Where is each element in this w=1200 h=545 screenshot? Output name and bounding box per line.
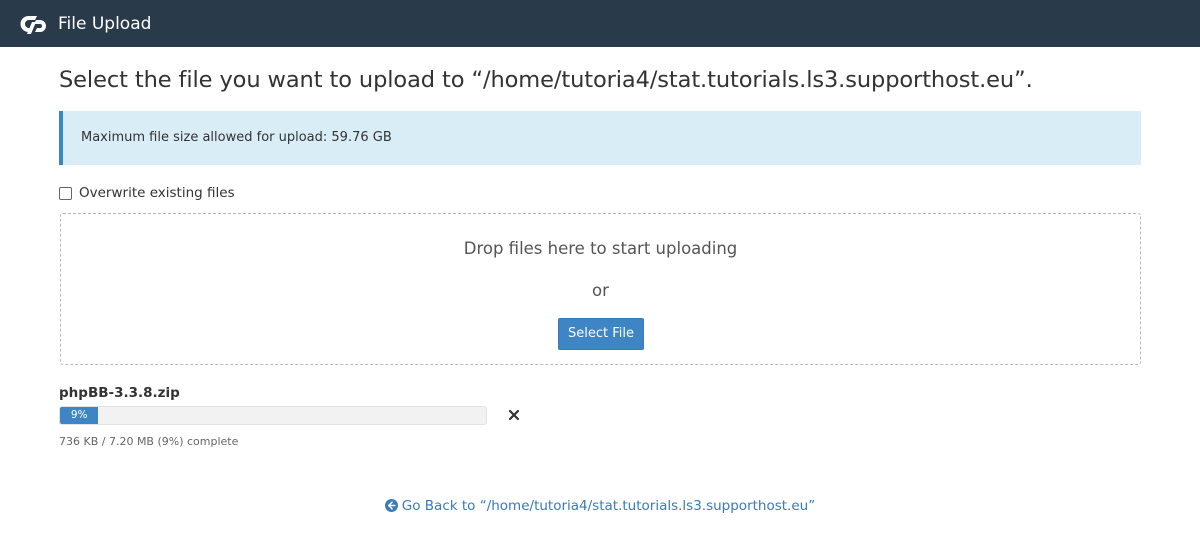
max-size-text: Maximum file size allowed for upload: 59… [81, 130, 392, 145]
overwrite-label: Overwrite existing files [79, 185, 235, 201]
drop-zone[interactable]: Drop files here to start uploading or Se… [60, 213, 1141, 365]
select-file-button[interactable]: Select File [558, 318, 644, 350]
upload-progress-fill: 9% [60, 407, 99, 424]
drop-instructions: Drop files here to start uploading [463, 239, 738, 258]
upload-progress-label: 9% [70, 409, 88, 421]
upload-status: 736 KB / 7.20 MB (9%) complete [59, 435, 239, 448]
arrow-left-circle-icon [384, 499, 398, 512]
overwrite-option[interactable]: Overwrite existing files [59, 184, 235, 202]
cpanel-logo-icon[interactable] [19, 14, 49, 34]
go-back-link[interactable]: Go Back to “/home/tutoria4/stat.tutorial… [0, 497, 1200, 515]
upload-filename: phpBB-3.3.8.zip [59, 385, 180, 401]
upload-progress-bar: 9% [59, 406, 487, 425]
overwrite-checkbox[interactable] [59, 186, 72, 200]
max-size-alert: Maximum file size allowed for upload: 59… [59, 111, 1141, 165]
close-icon[interactable] [507, 408, 521, 422]
top-header: File Upload [0, 0, 1200, 47]
go-back-text: Go Back to “/home/tutoria4/stat.tutorial… [401, 498, 816, 514]
page-title: Select the file you want to upload to “/… [59, 67, 1033, 93]
app-title: File Upload [58, 14, 152, 34]
or-separator: or [592, 281, 609, 300]
